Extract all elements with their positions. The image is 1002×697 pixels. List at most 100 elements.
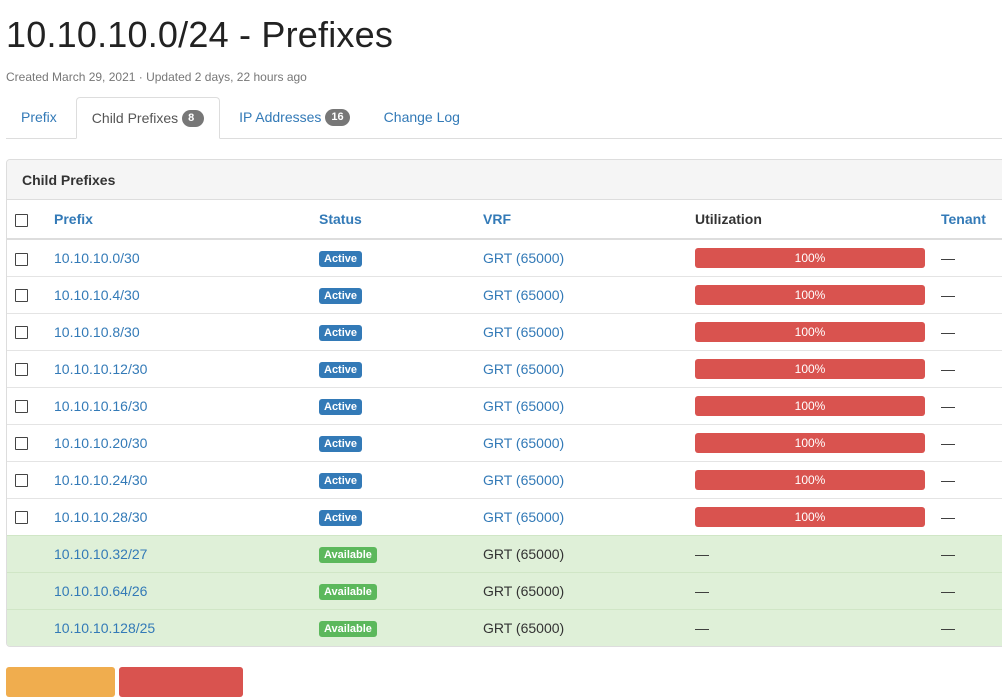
utilization-bar: 100% [695, 469, 925, 490]
tenant-cell: — [933, 312, 1002, 350]
tenant-cell: — [933, 275, 1002, 313]
created-updated-text: Created March 29, 2021 · Updated 2 days,… [6, 70, 307, 84]
table-row: 10.10.10.12/30 Active GRT (65000) 100% — [7, 349, 1002, 387]
row-checkbox[interactable] [15, 252, 28, 266]
select-all-cell [7, 200, 46, 240]
tenant-cell: — [933, 423, 1002, 461]
utilization-bar: 100% [695, 321, 925, 342]
prefix-link[interactable]: 10.10.10.64/26 [54, 583, 147, 599]
tenant-cell: — [933, 386, 1002, 424]
tenant-cell: — [933, 571, 1002, 609]
status-badge: Available [319, 583, 377, 600]
table-row: 10.10.10.4/30 Active GRT (65000) 100% — [7, 275, 1002, 313]
table-header-row: Prefix Status VRF Utilization Tenant [7, 200, 1002, 240]
sort-link[interactable]: Prefix [54, 211, 93, 227]
tenant-cell: — [933, 238, 1002, 276]
prefix-link[interactable]: 10.10.10.32/27 [54, 546, 147, 562]
table-row: 10.10.10.8/30 Active GRT (65000) 100% — [7, 312, 1002, 350]
vrf-link[interactable]: GRT (65000) [483, 324, 564, 340]
tenant-cell: — [933, 349, 1002, 387]
utilization-bar: 100% [695, 247, 925, 268]
status-badge: Available [319, 546, 377, 563]
tab-label: IP Addresses [239, 109, 322, 125]
row-checkbox[interactable] [15, 474, 28, 488]
utilization-cell: — [687, 608, 933, 646]
utilization-bar: 100% [695, 358, 925, 379]
sort-link[interactable]: VRF [483, 211, 511, 227]
table-row: 10.10.10.0/30 Active GRT (65000) 100% — [7, 238, 1002, 276]
status-badge: Active [319, 509, 363, 526]
delete-selected-button[interactable] [119, 667, 243, 697]
status-badge: Available [319, 620, 377, 637]
vrf-link[interactable]: GRT (65000) [483, 472, 564, 488]
prefix-link[interactable]: 10.10.10.28/30 [54, 509, 147, 525]
table-row: 10.10.10.16/30 Active GRT (65000) 100% — [7, 386, 1002, 424]
prefix-link[interactable]: 10.10.10.128/25 [54, 620, 155, 636]
vrf-link[interactable]: GRT (65000) [483, 361, 564, 377]
status-badge: Active [319, 472, 363, 489]
tab-child-prefixes[interactable]: Child Prefixes 8 [75, 97, 221, 139]
prefix-link[interactable]: 10.10.10.12/30 [54, 361, 147, 377]
status-badge: Active [319, 324, 363, 341]
prefix-table: Prefix Status VRF Utilization Tenant 10.… [7, 200, 1002, 646]
vrf-link[interactable]: GRT (65000) [483, 250, 564, 266]
utilization-cell: — [687, 571, 933, 609]
status-badge: Active [319, 361, 363, 378]
table-row: 10.10.10.24/30 Active GRT (65000) 100% — [7, 460, 1002, 498]
vrf-text: GRT (65000) [475, 534, 687, 572]
column-header-prefix[interactable]: Prefix [46, 200, 311, 240]
tab-ip-addresses[interactable]: IP Addresses 16 [224, 97, 365, 137]
tab-prefix[interactable]: Prefix [6, 97, 72, 137]
table-row-available: 10.10.10.32/27 Available GRT (65000) — — [7, 534, 1002, 572]
utilization-bar: 100% [695, 506, 925, 527]
row-checkbox[interactable] [15, 363, 28, 377]
prefix-link[interactable]: 10.10.10.24/30 [54, 472, 147, 488]
tab-bar: Prefix Child Prefixes 8 IP Addresses 16 … [6, 97, 1002, 139]
tab-label: Prefix [21, 109, 57, 125]
column-header-vrf[interactable]: VRF [475, 200, 687, 240]
status-badge: Active [319, 287, 363, 304]
status-badge: Active [319, 250, 363, 267]
edit-selected-button[interactable] [6, 667, 115, 697]
table-row: 10.10.10.20/30 Active GRT (65000) 100% — [7, 423, 1002, 461]
count-badge: 16 [325, 108, 350, 126]
prefix-link[interactable]: 10.10.10.0/30 [54, 250, 140, 266]
row-checkbox[interactable] [15, 400, 28, 414]
row-checkbox[interactable] [15, 326, 28, 340]
utilization-bar: 100% [695, 395, 925, 416]
tenant-cell: — [933, 608, 1002, 646]
tenant-cell: — [933, 534, 1002, 572]
vrf-link[interactable]: GRT (65000) [483, 435, 564, 451]
table-row-available: 10.10.10.128/25 Available GRT (65000) — … [7, 608, 1002, 646]
utilization-bar: 100% [695, 432, 925, 453]
vrf-text: GRT (65000) [475, 608, 687, 646]
vrf-text: GRT (65000) [475, 571, 687, 609]
column-header-tenant[interactable]: Tenant [933, 200, 1002, 240]
panel-title: Child Prefixes [7, 160, 1002, 200]
column-header-utilization: Utilization [687, 200, 933, 240]
row-checkbox[interactable] [15, 511, 28, 525]
row-checkbox[interactable] [15, 437, 28, 451]
vrf-link[interactable]: GRT (65000) [483, 287, 564, 303]
utilization-bar: 100% [695, 284, 925, 305]
prefix-link[interactable]: 10.10.10.8/30 [54, 324, 140, 340]
vrf-link[interactable]: GRT (65000) [483, 398, 564, 414]
prefix-link[interactable]: 10.10.10.16/30 [54, 398, 147, 414]
row-checkbox[interactable] [15, 289, 28, 303]
vrf-link[interactable]: GRT (65000) [483, 509, 564, 525]
count-badge: 8 [182, 109, 205, 127]
sort-link[interactable]: Tenant [941, 211, 986, 227]
tenant-cell: — [933, 460, 1002, 498]
select-all-checkbox[interactable] [15, 213, 28, 227]
status-badge: Active [319, 398, 363, 415]
prefix-link[interactable]: 10.10.10.4/30 [54, 287, 140, 303]
status-badge: Active [319, 435, 363, 452]
utilization-cell: — [687, 534, 933, 572]
prefix-link[interactable]: 10.10.10.20/30 [54, 435, 147, 451]
tenant-cell: — [933, 497, 1002, 535]
bulk-action-buttons [6, 667, 243, 697]
tab-change-log[interactable]: Change Log [369, 97, 475, 137]
sort-link[interactable]: Status [319, 211, 362, 227]
column-header-status[interactable]: Status [311, 200, 475, 240]
child-prefixes-panel: Child Prefixes Prefix Status VRF Utiliza… [6, 159, 1002, 647]
